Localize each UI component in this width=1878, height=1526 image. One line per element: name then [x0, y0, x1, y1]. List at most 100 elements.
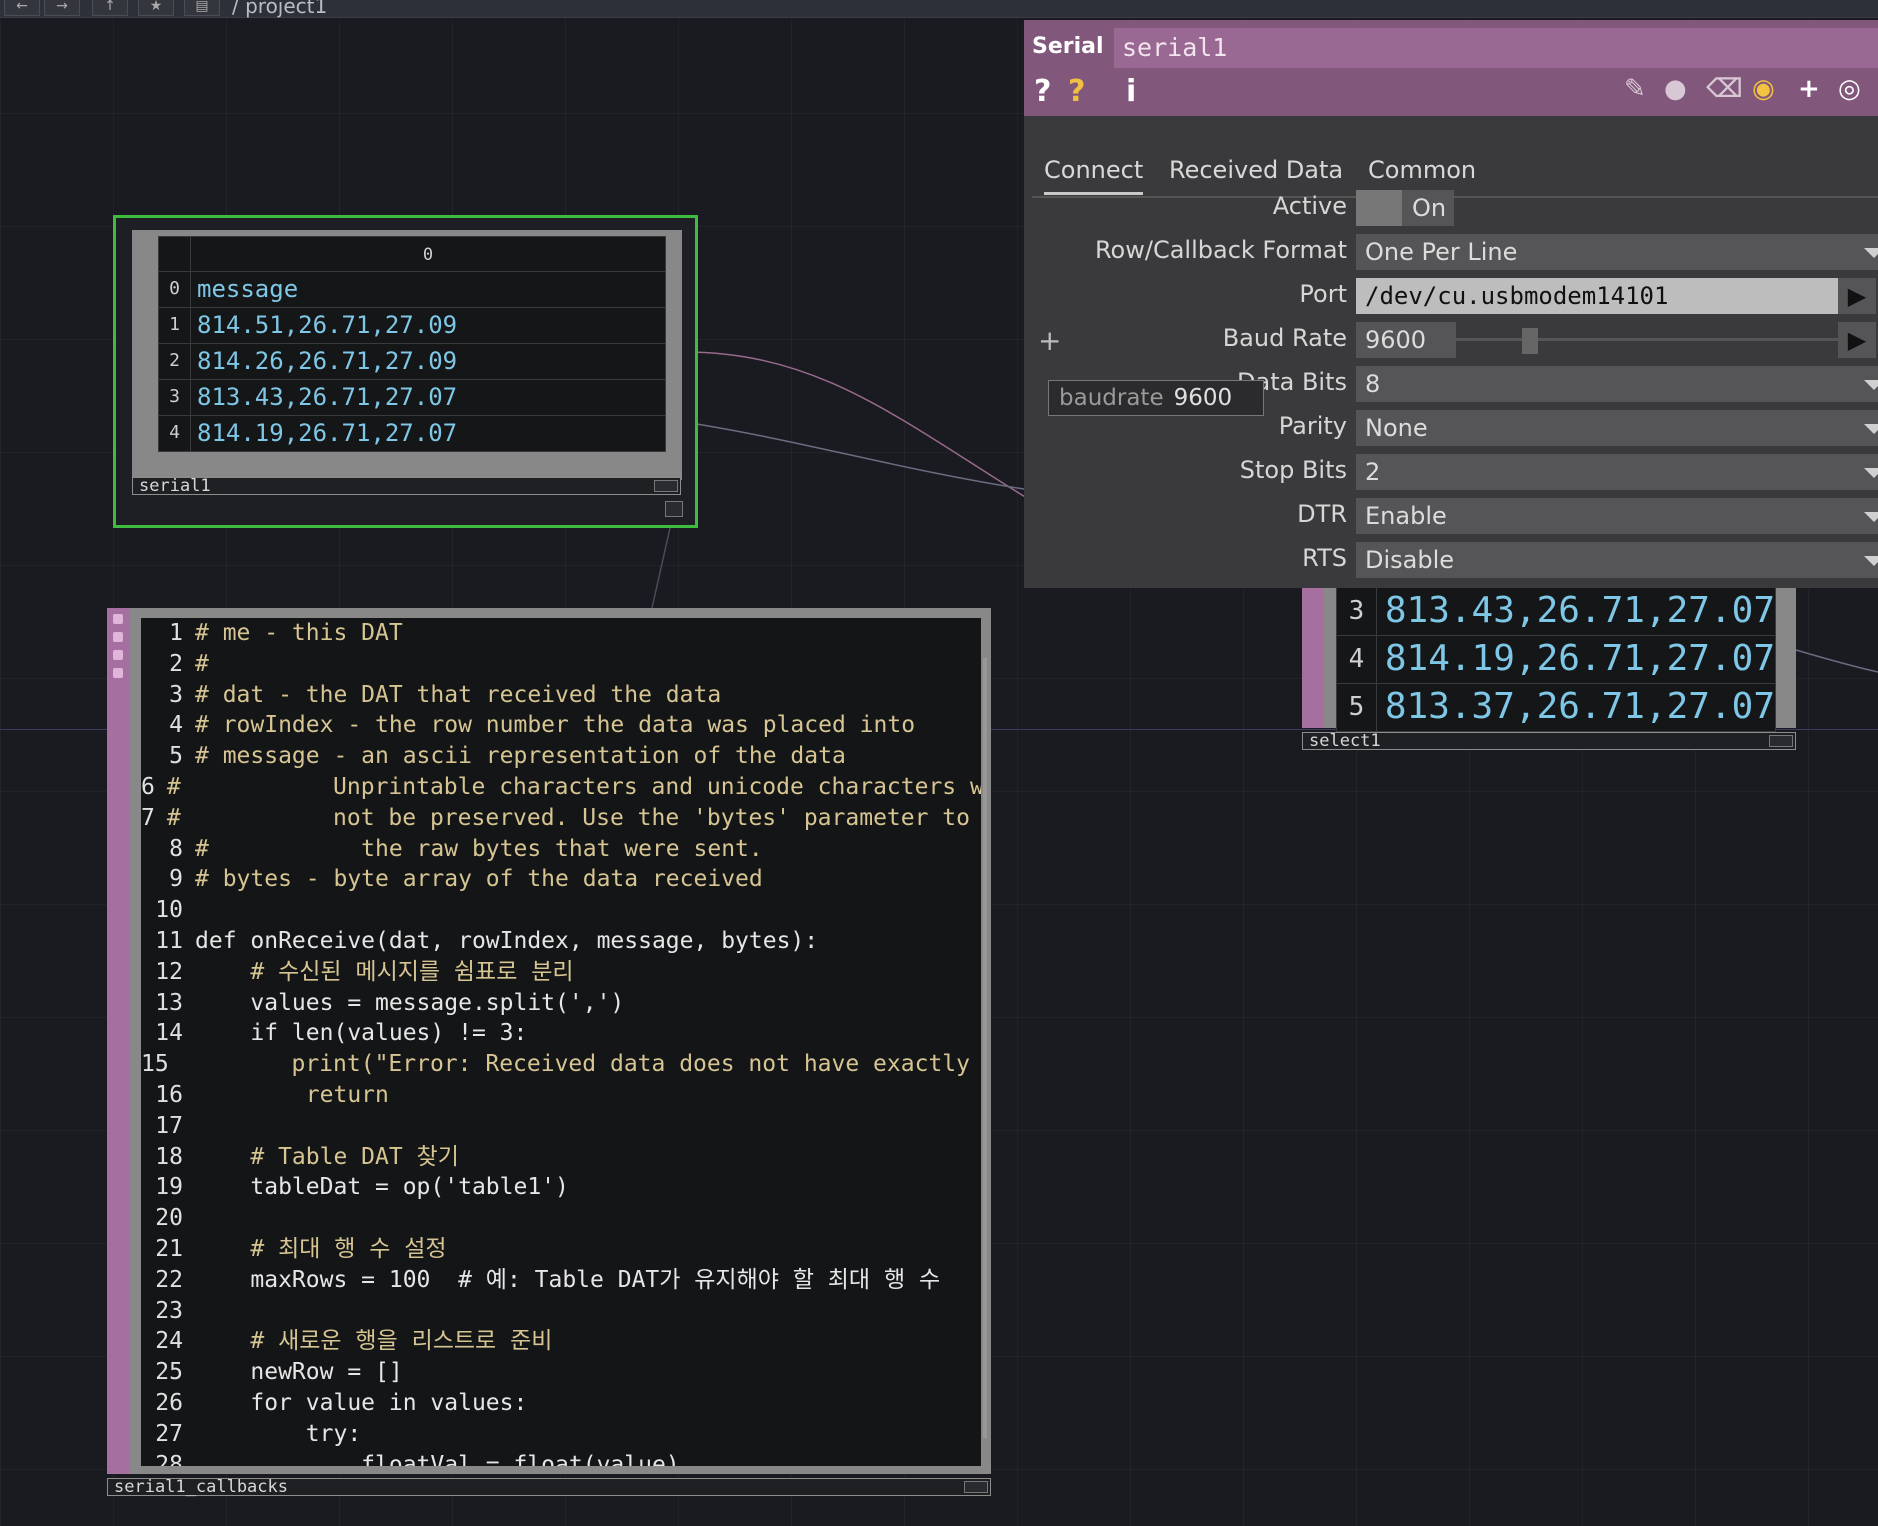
tab-received-data[interactable]: Received Data [1169, 156, 1343, 184]
line-text: # rowIndex - the row number the data was… [195, 712, 916, 739]
line-number: 12 [155, 958, 183, 985]
node-output-toggle[interactable] [654, 480, 678, 492]
code-line: 15 print("Error: Received data does not … [141, 1049, 981, 1080]
line-number: 26 [155, 1389, 183, 1416]
chevron-down-icon [1864, 556, 1878, 566]
line-text: values = message.split(',') [195, 989, 625, 1016]
line-text [183, 1111, 195, 1142]
code-line: 10 [141, 895, 981, 926]
node-output-toggle[interactable] [1769, 735, 1793, 747]
wire-serial-to-select [683, 351, 1031, 501]
line-number: 3 [169, 681, 183, 708]
code-line: 20 [141, 1203, 981, 1234]
line-number: 9 [169, 866, 183, 893]
line-text: print("Error: Received data does not hav… [291, 1051, 970, 1078]
tab-common[interactable]: Common [1368, 156, 1476, 184]
node-output-connector-icon[interactable] [665, 501, 683, 517]
expand-param-icon[interactable]: + [1038, 324, 1061, 357]
line-text: # bytes - byte array of the data receive… [195, 866, 763, 893]
operator-name-field[interactable]: serial1 [1114, 28, 1878, 68]
serial1-table: 0 0 message 1 814.51,26.71,27.09 2 814.26,2… [158, 236, 666, 452]
code-line: 3 # dat - the DAT that received the data [141, 680, 981, 711]
serial1-callbacks-node[interactable]: 1 # me - this DAT 2 #3 # dat - the DAT that … [107, 608, 991, 1497]
node-name-bar[interactable]: serial1 [132, 476, 681, 496]
line-number: 23 [155, 1297, 183, 1324]
baud-rate-slider[interactable] [1438, 338, 1840, 341]
code-line: 7 # not be preserved. Use the 'bytes' par… [141, 803, 981, 834]
line-number: 15 [141, 1051, 169, 1078]
data-bits-dropdown[interactable]: 8 [1356, 366, 1878, 402]
line-text: # dat - the DAT that received the data [195, 681, 722, 708]
line-number: 25 [155, 1359, 183, 1386]
stop-bits-dropdown[interactable]: 2 [1356, 454, 1878, 490]
line-text: try: [195, 1420, 362, 1447]
line-text: # me - this DAT [195, 620, 403, 646]
active-toggle[interactable]: On [1356, 190, 1454, 226]
select1-table: 3 813.43,26.71,27.07 4 814.19,26.71,27.07 … [1336, 588, 1776, 732]
lock-flag-icon[interactable] [113, 632, 123, 642]
code-line: 18 # Table DAT 찾기 [141, 1142, 981, 1173]
baud-rate-slider-knob[interactable] [1522, 328, 1538, 354]
node-name: serial1_callbacks [114, 1477, 288, 1497]
rts-dropdown[interactable]: Disable [1356, 542, 1878, 578]
param-tooltip: baudrate 9600 [1048, 380, 1264, 416]
port-menu-button[interactable]: ▶ [1838, 278, 1876, 314]
python-icon[interactable]: ◉ [1752, 74, 1775, 104]
node-name-bar[interactable]: select1 [1302, 731, 1796, 751]
line-number: 22 [155, 1266, 183, 1293]
line-number: 7 [141, 804, 155, 831]
node-output-toggle[interactable] [964, 1481, 988, 1493]
code-editor[interactable]: 1 # me - this DAT 2 #3 # dat - the DAT that … [141, 618, 981, 1466]
line-text: # Unprintable characters and unicode cha… [166, 773, 981, 800]
help-icon[interactable]: ? [1034, 74, 1051, 109]
line-text: # 새로운 행을 리스트로 준비 [195, 1328, 553, 1355]
line-number: 28 [155, 1451, 183, 1466]
panel-header: Serial serial1 ? ? i ✎ ● ⌫ ◉ + ◎ [1024, 20, 1878, 116]
edit-icon[interactable]: ✎ [1624, 74, 1646, 104]
param-format: Row/Callback Format One Per Line [1024, 232, 1878, 272]
node-flags[interactable] [1302, 584, 1324, 728]
chevron-down-icon [1864, 468, 1878, 478]
comment-icon[interactable]: ● [1664, 74, 1687, 104]
code-scrollbar[interactable] [983, 658, 987, 1438]
target-icon[interactable]: ◎ [1838, 74, 1861, 104]
node-name-bar[interactable]: serial1_callbacks [107, 1477, 991, 1497]
code-line: 4 # rowIndex - the row number the data wa… [141, 710, 981, 741]
node-flags[interactable] [107, 608, 129, 1474]
line-number: 14 [155, 1020, 183, 1047]
chevron-down-icon [1864, 512, 1878, 522]
parameter-panel: Serial serial1 ? ? i ✎ ● ⌫ ◉ + ◎ Connect… [1024, 20, 1878, 588]
code-line: 13 values = message.split(',') [141, 988, 981, 1019]
table-row: 3 813.43,26.71,27.07 [158, 380, 666, 416]
code-line: 21 # 최대 행 수 설정 [141, 1234, 981, 1265]
serial1-node[interactable]: 0 0 message 1 814.51,26.71,27.09 2 814.26,2… [113, 215, 698, 528]
code-line: 8 # the raw bytes that were sent. [141, 834, 981, 865]
line-text: tableDat = op('table1') [195, 1174, 569, 1201]
dtr-dropdown[interactable]: Enable [1356, 498, 1878, 534]
line-number: 13 [155, 989, 183, 1016]
param-dtr: DTR Enable [1024, 496, 1878, 536]
param-port: Port /dev/cu.usbmodem14101 ▶ [1024, 276, 1878, 316]
info-icon[interactable]: i [1126, 74, 1136, 109]
viewer-flag-icon[interactable] [113, 614, 123, 624]
parity-dropdown[interactable]: None [1356, 410, 1878, 446]
eraser-icon[interactable]: ⌫ [1706, 74, 1743, 104]
python-help-icon[interactable]: ? [1068, 74, 1085, 109]
line-text: if len(values) != 3: [195, 1020, 528, 1047]
column-header: 0 [422, 245, 434, 265]
clone-flag-icon[interactable] [113, 668, 123, 678]
baud-menu-button[interactable]: ▶ [1838, 322, 1876, 358]
line-number: 20 [155, 1205, 183, 1232]
bypass-flag-icon[interactable] [113, 650, 123, 660]
code-line: 17 [141, 1111, 981, 1142]
line-number: 19 [155, 1174, 183, 1201]
line-number: 21 [155, 1235, 183, 1262]
code-line: 26 for value in values: [141, 1388, 981, 1419]
line-number: 2 [169, 650, 183, 677]
add-icon[interactable]: + [1798, 74, 1820, 104]
format-dropdown[interactable]: One Per Line [1356, 234, 1878, 270]
line-text [183, 1203, 195, 1234]
port-field[interactable]: /dev/cu.usbmodem14101 [1356, 278, 1852, 314]
table-header: 0 [158, 236, 666, 272]
select1-node[interactable]: 3 813.43,26.71,27.07 4 814.19,26.71,27.07 … [1302, 584, 1796, 752]
